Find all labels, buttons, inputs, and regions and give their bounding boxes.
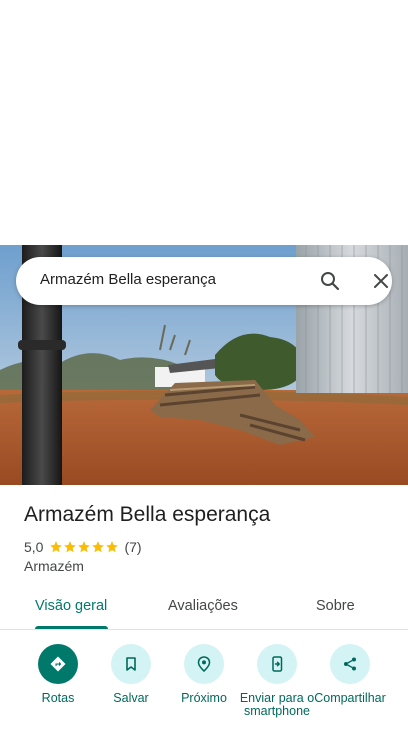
save-label: Salvar — [113, 691, 149, 705]
star-icon — [92, 541, 105, 553]
star-icon — [78, 541, 91, 553]
save-button[interactable]: Salvar — [91, 644, 171, 705]
rating-row[interactable]: 5,0 (7) — [24, 538, 142, 556]
bookmark-icon — [111, 644, 151, 684]
star-icon — [50, 541, 63, 553]
rating-stars — [49, 540, 119, 554]
place-category: Armazém — [24, 558, 84, 574]
directions-icon — [38, 644, 78, 684]
rating-value: 5,0 — [24, 539, 44, 555]
nearby-label: Próximo — [181, 691, 227, 705]
review-count[interactable]: (7) — [124, 539, 141, 555]
send-to-phone-button[interactable]: Enviar para o smartphone — [237, 644, 317, 718]
search-bar[interactable]: Armazém Bella esperança — [16, 257, 392, 305]
map-area-blank — [0, 0, 408, 245]
tab-about[interactable]: Sobre — [316, 598, 355, 614]
send-to-phone-icon — [257, 644, 297, 684]
nearby-icon — [184, 644, 224, 684]
nearby-button[interactable]: Próximo — [164, 644, 244, 705]
place-title: Armazém Bella esperança — [24, 503, 271, 526]
search-icon[interactable] — [318, 269, 342, 293]
tab-bar: Visão geral Avaliações Sobre — [0, 588, 408, 630]
directions-button[interactable]: Rotas — [18, 644, 98, 705]
tab-overview[interactable]: Visão geral — [35, 598, 107, 614]
search-query-text[interactable]: Armazém Bella esperança — [40, 271, 216, 288]
share-icon — [330, 644, 370, 684]
share-button[interactable]: Compartilhar — [310, 644, 390, 705]
send-to-phone-label: Enviar para o smartphone — [239, 691, 315, 718]
tab-reviews[interactable]: Avaliações — [168, 598, 238, 614]
tabs-divider — [0, 629, 408, 630]
star-icon — [64, 541, 77, 553]
close-icon[interactable] — [369, 269, 393, 293]
directions-label: Rotas — [41, 691, 75, 705]
star-icon — [106, 541, 119, 553]
share-label: Compartilhar — [314, 691, 386, 705]
